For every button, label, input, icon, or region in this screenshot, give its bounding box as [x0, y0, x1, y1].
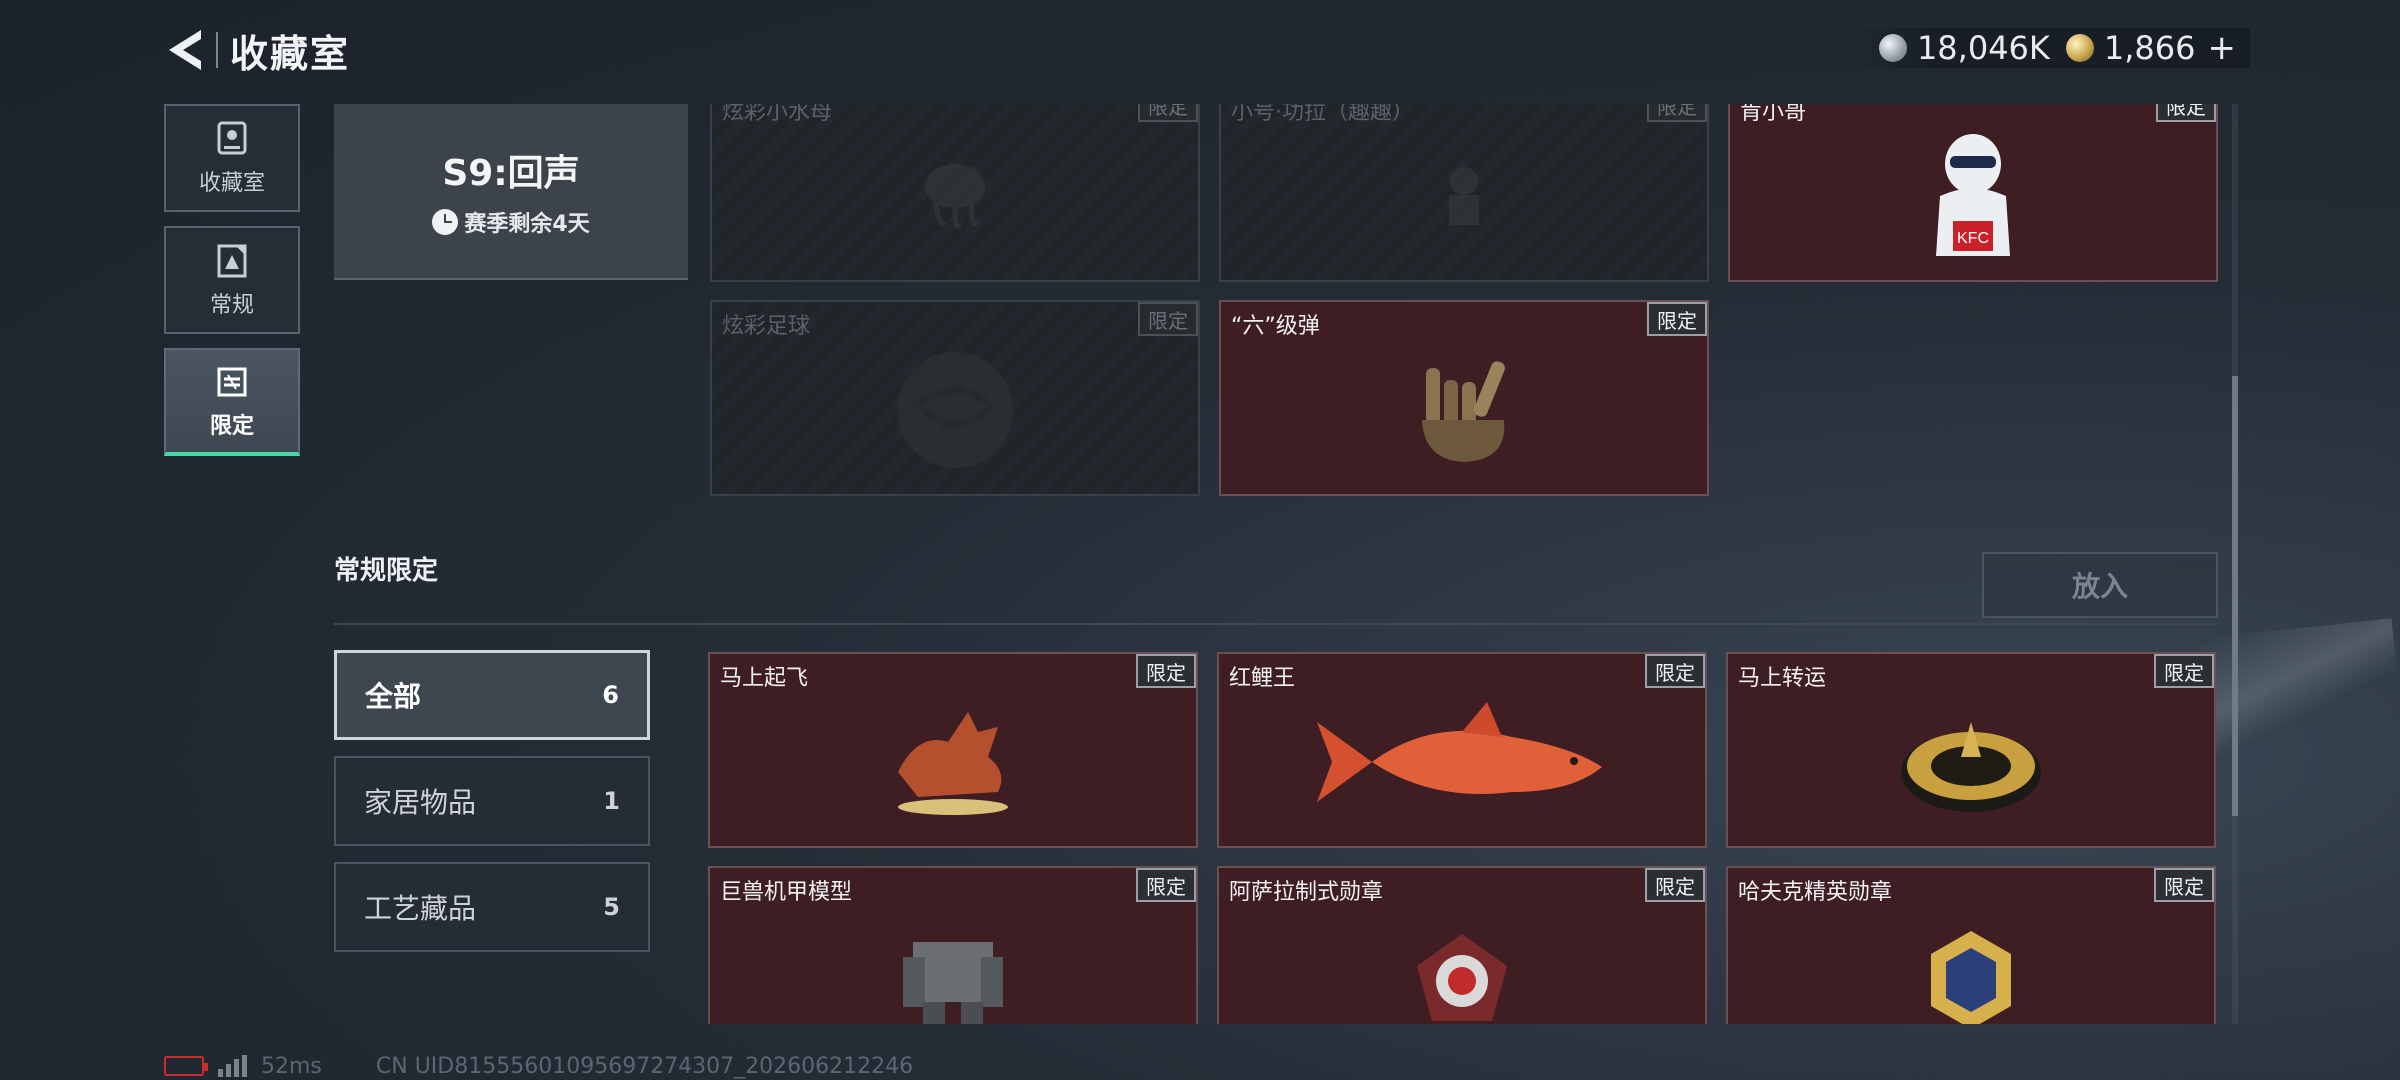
item-card-trumpet[interactable]: 小号·功拉（趣趣） 限定 [1219, 104, 1709, 282]
section-divider [334, 623, 2218, 625]
red-carp-icon [1317, 701, 1602, 802]
item-name: 马上起飞 [720, 666, 809, 691]
nav-item-collection[interactable]: 收藏室 [164, 104, 300, 212]
item-card-hand-sign[interactable]: “六”级弹 限定 [1219, 300, 1709, 496]
silver-currency: 18,046K [1878, 29, 2050, 67]
gold-coin-icon [2065, 34, 2094, 62]
season-remaining: 赛季剩余4天 [432, 206, 590, 238]
flying-horse-icon [898, 711, 1008, 815]
fortune-dial-icon [1901, 721, 2041, 812]
item-name: “六”级弹 [1231, 314, 1320, 339]
item-card-asala-medal[interactable]: 阿萨拉制式勋章 限定 [1217, 866, 1707, 1024]
limited-badge: 限定 [2154, 868, 2214, 902]
silver-currency-value: 18,046K [1916, 29, 2050, 67]
back-arrow-icon [169, 30, 201, 70]
kfc-bust-icon: KFC [1936, 133, 2010, 256]
nav-label-limited: 限定 [209, 414, 254, 439]
filter-count: 6 [602, 681, 619, 709]
nav-item-regular[interactable]: 常规 [164, 226, 300, 334]
trophy-icon [212, 119, 252, 159]
content-area[interactable]: S9:回声 赛季剩余4天 炫彩小水母 限定 小号·功拉（趣趣） 限定 肯小哥 限… [330, 104, 2230, 1024]
item-name: 巨兽机甲模型 [720, 880, 853, 905]
item-name: 红鲤王 [1229, 666, 1296, 691]
season-name: S9:回声 [442, 153, 580, 194]
page-title: 收藏室 [230, 31, 351, 76]
trumpet-icon [1449, 166, 1479, 225]
limited-badge: 限定 [1136, 868, 1196, 902]
item-name: 炫彩小水母 [722, 104, 833, 125]
item-card-kfc-bust[interactable]: 肯小哥 限定 KFC [1728, 104, 2218, 282]
scrollbar[interactable] [2232, 104, 2238, 1024]
nav-label-regular: 常规 [209, 293, 254, 318]
signal-icon [218, 1055, 247, 1077]
season-remaining-text: 赛季剩余4天 [464, 212, 590, 237]
filter-count: 5 [603, 893, 620, 921]
limited-badge: 限定 [1647, 104, 1707, 122]
gold-currency[interactable]: 1,866 + [2065, 28, 2237, 68]
item-card-mech-model[interactable]: 巨兽机甲模型 限定 [708, 866, 1198, 1024]
filter-furniture[interactable]: 家居物品 1 [334, 756, 650, 846]
filter-crafts[interactable]: 工艺藏品 5 [334, 862, 650, 952]
back-button[interactable] [160, 22, 210, 78]
asala-medal-icon [1417, 933, 1507, 1021]
regular-doc-icon [212, 241, 252, 281]
nav-label-collection: 收藏室 [198, 171, 265, 196]
header-divider [216, 32, 218, 68]
mech-model-icon [903, 942, 1003, 1024]
limited-badge: 限定 [1138, 104, 1198, 122]
limited-badge: 限定 [1645, 868, 1705, 902]
limited-badge: 限定 [1138, 302, 1198, 336]
currency-bar: 18,046K 1,866 + [1848, 28, 2250, 68]
limited-badge: 限定 [1645, 654, 1705, 688]
item-name: 马上转运 [1738, 666, 1827, 691]
filter-label: 全部 [365, 680, 422, 713]
limited-badge: 限定 [1136, 654, 1196, 688]
put-in-button[interactable]: 放入 [1982, 552, 2218, 618]
shaka-hand-icon [1422, 360, 1505, 462]
silver-coin-icon [1878, 34, 1907, 62]
item-card-football[interactable]: 炫彩足球 限定 [710, 300, 1200, 496]
jellyfish-icon [925, 163, 985, 229]
header: 收藏室 [160, 20, 350, 80]
limited-badge: 限定 [2156, 104, 2216, 122]
filter-count: 1 [603, 787, 620, 815]
battery-icon [164, 1056, 208, 1076]
item-name: 炫彩足球 [722, 314, 811, 339]
item-name: 小号·功拉（趣趣） [1231, 104, 1414, 125]
scrollbar-thumb[interactable] [2232, 376, 2238, 816]
filter-all[interactable]: 全部 6 [334, 650, 650, 740]
haavk-medal-icon [1931, 930, 2011, 1024]
item-card-carp[interactable]: 红鲤王 限定 [1217, 652, 1707, 848]
clock-icon [432, 209, 459, 235]
filter-label: 家居物品 [364, 786, 477, 819]
section-title: 常规限定 [334, 556, 439, 586]
limited-ticket-icon [212, 362, 252, 402]
limited-badge: 限定 [1647, 302, 1707, 336]
football-icon [897, 351, 1013, 468]
filter-label: 工艺藏品 [364, 892, 477, 925]
status-footer: 52ms CN UID8155560109569727430​7_2026062… [164, 1052, 913, 1080]
gold-currency-value: 1,866 [2103, 29, 2196, 67]
nav-item-limited[interactable]: 限定 [164, 348, 300, 456]
item-name: 肯小哥 [1740, 104, 1807, 125]
item-card-haavk-medal[interactable]: 哈夫克精英勋章 限定 [1726, 866, 2216, 1024]
uid-text: CN UID8155560109569727430​7_202606212246 [375, 1053, 914, 1079]
item-name: 哈夫克精英勋章 [1738, 880, 1893, 905]
item-card-horse[interactable]: 马上起飞 限定 [708, 652, 1198, 848]
limited-badge: 限定 [2154, 654, 2214, 688]
item-card-fortune-dial[interactable]: 马上转运 限定 [1726, 652, 2216, 848]
svg-text:KFC: KFC [1957, 230, 1989, 247]
left-nav: 收藏室 常规 限定 [164, 104, 300, 470]
ping-value: 52ms [261, 1053, 322, 1079]
item-name: 阿萨拉制式勋章 [1229, 880, 1384, 905]
add-currency-button[interactable]: + [2208, 28, 2237, 68]
item-card-jellyfish[interactable]: 炫彩小水母 限定 [710, 104, 1200, 282]
season-card: S9:回声 赛季剩余4天 [334, 104, 688, 280]
